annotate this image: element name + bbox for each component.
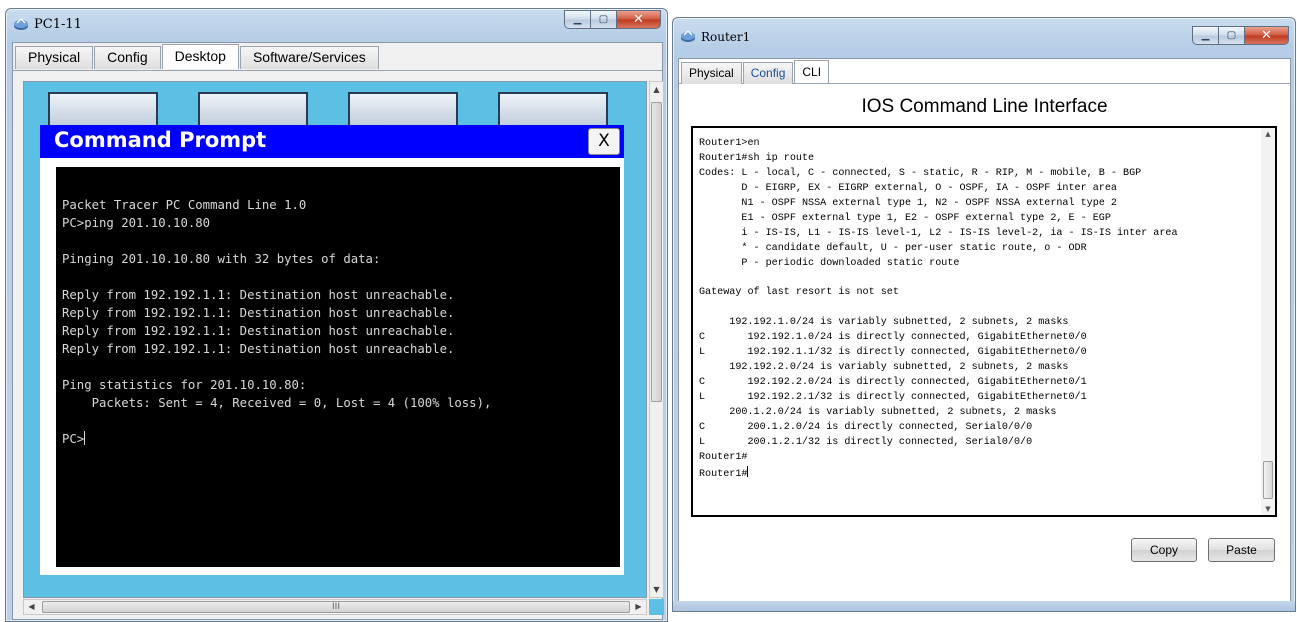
scrollbar-thumb[interactable]: III bbox=[42, 601, 630, 613]
cli-line bbox=[699, 271, 1259, 286]
command-prompt-close-button[interactable]: X bbox=[588, 128, 620, 155]
scrollbar-thumb[interactable] bbox=[651, 102, 662, 402]
cli-line: C 192.192.1.0/24 is directly connected, … bbox=[699, 332, 1087, 344]
pc-vertical-scrollbar[interactable]: ▲ ▼ bbox=[649, 81, 664, 598]
terminal-line: Packets: Sent = 4, Received = 0, Lost = … bbox=[62, 396, 492, 410]
terminal-line: Ping statistics for 201.10.10.80: bbox=[62, 378, 307, 392]
minimize-button[interactable]: ▁ bbox=[1192, 26, 1219, 45]
router-client-area: Physical Config CLI IOS Command Line Int… bbox=[678, 58, 1291, 611]
text-cursor bbox=[747, 465, 749, 477]
router-icon bbox=[680, 29, 696, 43]
terminal-line: Pinging 201.10.10.80 with 32 bytes of da… bbox=[62, 252, 381, 266]
cli-line: Router1>en bbox=[699, 138, 760, 149]
close-icon: ✕ bbox=[633, 12, 644, 27]
command-prompt-title: Command Prompt bbox=[54, 128, 267, 152]
router-icon bbox=[13, 17, 29, 31]
cli-output: Router1>en Router1#sh ip route Codes: L … bbox=[699, 137, 1259, 481]
cli-line: C 192.192.2.0/24 is directly connected, … bbox=[699, 377, 1087, 388]
terminal-prompt: PC> bbox=[62, 432, 85, 446]
router-window: Router1 ▁ ▢ ✕ Physical Config CLI IOS Co… bbox=[672, 17, 1296, 612]
cli-terminal[interactable]: Router1>en Router1#sh ip route Codes: L … bbox=[691, 126, 1277, 517]
tab-software-services[interactable]: Software/Services bbox=[239, 46, 379, 69]
minimize-icon: ▁ bbox=[573, 14, 582, 25]
maximize-button[interactable]: ▢ bbox=[591, 10, 617, 29]
minimize-button[interactable]: ▁ bbox=[564, 10, 591, 29]
command-prompt-terminal[interactable]: Packet Tracer PC Command Line 1.0 PC>pin… bbox=[56, 167, 620, 567]
tab-physical[interactable]: Physical bbox=[15, 46, 94, 69]
cli-line: * - candidate default, U - per-user stat… bbox=[699, 242, 1087, 254]
scroll-down-icon[interactable]: ▼ bbox=[1261, 503, 1275, 515]
cli-line: 192.192.2.0/24 is variably subnetted, 2 … bbox=[699, 362, 1069, 374]
tab-config[interactable]: Config bbox=[742, 62, 794, 84]
scroll-up-icon[interactable]: ▲ bbox=[650, 82, 663, 97]
router-titlebar[interactable]: Router1 ▁ ▢ ✕ bbox=[673, 18, 1295, 48]
scroll-up-icon[interactable]: ▲ bbox=[1261, 128, 1275, 140]
cli-line: i - IS-IS, L1 - IS-IS level-1, L2 - IS-I… bbox=[699, 227, 1178, 239]
close-button[interactable]: ✕ bbox=[1245, 26, 1289, 45]
cli-prompt: Router1# bbox=[699, 468, 748, 480]
cli-line: Codes: L - local, C - connected, S - sta… bbox=[699, 167, 1142, 179]
command-prompt-window: Command Prompt X Packet Tracer PC Comman… bbox=[40, 125, 624, 575]
paste-button[interactable]: Paste bbox=[1208, 538, 1275, 562]
tab-physical[interactable]: Physical bbox=[681, 62, 742, 84]
close-button[interactable]: ✕ bbox=[617, 10, 661, 29]
router-tab-bar: Physical Config CLI bbox=[679, 59, 1290, 84]
cli-line: N1 - OSPF NSSA external type 1, N2 - OSP… bbox=[699, 197, 1117, 209]
terminal-line: Packet Tracer PC Command Line 1.0 bbox=[62, 198, 307, 212]
cli-line: Router1# bbox=[699, 451, 748, 463]
terminal-line: Reply from 192.192.1.1: Destination host… bbox=[62, 324, 455, 338]
scrollbar-grip: III bbox=[332, 602, 340, 612]
pc-window: PC1-11 ▁ ▢ ✕ Physical Config Desktop Sof… bbox=[5, 8, 668, 622]
scrollbar-thumb[interactable] bbox=[1263, 461, 1273, 499]
pc-horizontal-scrollbar[interactable]: ◀ III ▶ bbox=[23, 599, 647, 615]
cli-line: L 200.1.2.1/32 is directly connected, Se… bbox=[699, 436, 1033, 448]
cli-line: D - EIGRP, EX - EIGRP external, O - OSPF… bbox=[699, 182, 1117, 194]
window-bottom-border bbox=[673, 601, 1295, 611]
command-prompt-titlebar: Command Prompt X bbox=[40, 125, 624, 158]
terminal-line: Reply from 192.192.1.1: Destination host… bbox=[62, 288, 455, 302]
tab-config[interactable]: Config bbox=[94, 46, 161, 69]
terminal-line: Reply from 192.192.1.1: Destination host… bbox=[62, 342, 455, 356]
cli-line: L 192.192.2.1/32 is directly connected, … bbox=[699, 391, 1087, 403]
terminal-line: PC>ping 201.10.10.80 bbox=[62, 216, 211, 230]
cli-heading: IOS Command Line Interface bbox=[861, 96, 1108, 117]
cli-line: Gateway of last resort is not set bbox=[699, 287, 899, 299]
window-title: Router1 bbox=[701, 30, 751, 44]
scroll-down-icon[interactable]: ▼ bbox=[650, 582, 663, 597]
cli-line bbox=[699, 301, 1259, 316]
terminal-prompt-line[interactable]: PC> bbox=[62, 430, 614, 448]
copy-button[interactable]: Copy bbox=[1131, 538, 1197, 562]
close-icon: ✕ bbox=[1261, 28, 1272, 43]
maximize-button[interactable]: ▢ bbox=[1219, 26, 1245, 45]
window-title: PC1-11 bbox=[34, 17, 82, 32]
maximize-icon: ▢ bbox=[1226, 30, 1237, 41]
cli-line: 200.1.2.0/24 is variably subnetted, 2 su… bbox=[699, 406, 1057, 418]
cli-line: C 200.1.2.0/24 is directly connected, Se… bbox=[699, 421, 1033, 433]
cli-vertical-scrollbar[interactable]: ▲ ▼ bbox=[1261, 128, 1275, 515]
cli-line: P - periodic downloaded static route bbox=[699, 257, 960, 269]
cli-line: L 192.192.1.1/32 is directly connected, … bbox=[699, 347, 1087, 359]
scroll-left-icon[interactable]: ◀ bbox=[24, 600, 39, 614]
cli-prompt-line[interactable]: Router1# bbox=[699, 465, 1259, 481]
cli-line: 192.192.1.0/24 is variably subnetted, 2 … bbox=[699, 317, 1069, 329]
tab-cli[interactable]: CLI bbox=[794, 60, 830, 83]
minimize-icon: ▁ bbox=[1201, 30, 1210, 41]
tab-desktop[interactable]: Desktop bbox=[161, 44, 239, 69]
pc-titlebar[interactable]: PC1-11 ▁ ▢ ✕ bbox=[6, 9, 667, 39]
cli-line: E1 - OSPF external type 1, E2 - OSPF ext… bbox=[699, 212, 1111, 224]
maximize-icon: ▢ bbox=[598, 14, 609, 25]
pc-tab-bar: Physical Config Desktop Software/Service… bbox=[13, 43, 662, 71]
terminal-line: Reply from 192.192.1.1: Destination host… bbox=[62, 306, 455, 320]
cli-line: Router1#sh ip route bbox=[699, 152, 815, 164]
text-cursor bbox=[84, 431, 86, 445]
scroll-right-icon[interactable]: ▶ bbox=[631, 600, 646, 614]
scrollbar-corner bbox=[649, 599, 664, 615]
